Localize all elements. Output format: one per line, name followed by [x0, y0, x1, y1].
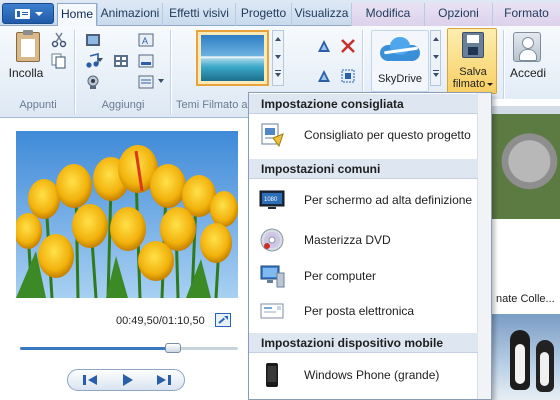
dvd-icon: [260, 228, 284, 252]
add-caption-icon[interactable]: [138, 53, 154, 69]
seek-bar[interactable]: [20, 343, 238, 353]
skydrive-icon: [380, 37, 420, 61]
app-menu-icon: [15, 9, 30, 19]
computer-icon: [260, 265, 285, 288]
automovie-theme-thumbnail[interactable]: [196, 30, 269, 86]
rotate-right-icon[interactable]: [316, 68, 332, 84]
delete-icon[interactable]: [340, 38, 356, 54]
menu-section-header: Impostazioni dispositivo mobile: [249, 333, 478, 353]
svg-text:1080: 1080: [264, 197, 278, 203]
paste-icon[interactable]: [16, 30, 40, 62]
playback-time: 00:49,50/01:10,50: [116, 315, 205, 327]
tab-progetto[interactable]: Progetto: [235, 3, 291, 26]
chevron-down-icon[interactable]: [96, 56, 104, 64]
group-separator: [74, 30, 75, 114]
hd-display-icon: 1080: [259, 190, 285, 209]
menu-item-recommended[interactable]: Consigliato per questo progetto: [249, 117, 478, 153]
gallery-more-icon[interactable]: [275, 70, 281, 77]
svg-text:A: A: [142, 36, 148, 46]
tab-modifica[interactable]: Modifica: [351, 3, 424, 26]
fullscreen-preview-icon[interactable]: [215, 313, 231, 327]
copy-icon[interactable]: [51, 53, 67, 69]
theme-gallery-scroller[interactable]: [272, 30, 284, 86]
group-label-clipboard: Appunti: [19, 99, 57, 111]
storyboard-strip: nate Colle...: [492, 99, 560, 400]
chevron-down-icon[interactable]: [157, 77, 165, 85]
tab-opzioni[interactable]: Opzioni: [424, 3, 492, 26]
add-credits-icon[interactable]: [138, 74, 154, 90]
tab-home[interactable]: Home: [57, 3, 97, 27]
chevron-down-icon: [487, 82, 494, 86]
scroll-up-icon[interactable]: [433, 37, 439, 41]
group-label-add: Aggiungi: [101, 99, 145, 111]
menu-item-label: Masterizza DVD: [304, 233, 391, 247]
add-video-icon[interactable]: [85, 32, 101, 48]
cut-icon[interactable]: [51, 32, 67, 48]
application-menu-button[interactable]: [2, 3, 54, 24]
user-account-icon[interactable]: [513, 32, 541, 62]
save-movie-label: Salva filmato: [448, 66, 498, 90]
ribbon-tab-bar: Home Animazioni Effetti visivi Progetto …: [0, 0, 560, 27]
clip-thumbnail-koala[interactable]: [492, 114, 560, 219]
select-all-icon[interactable]: [340, 68, 356, 84]
tab-animazioni[interactable]: Animazioni: [97, 3, 162, 26]
snapshot-icon[interactable]: [113, 53, 129, 69]
menu-item-label: Per computer: [304, 269, 377, 283]
tab-formato[interactable]: Formato: [492, 3, 560, 26]
scroll-down-icon[interactable]: [433, 55, 439, 59]
play-button[interactable]: [109, 372, 145, 388]
menu-item-label: Per schermo ad alta definizione: [304, 193, 473, 207]
next-frame-button[interactable]: [146, 372, 182, 388]
skydrive-label: SkyDrive: [377, 73, 422, 85]
clip-thumbnail-penguins[interactable]: [492, 314, 560, 400]
previous-frame-icon: [83, 375, 97, 385]
menu-section-header: Impostazioni comuni: [249, 159, 478, 179]
group-separator: [170, 30, 171, 114]
skydrive-button[interactable]: SkyDrive: [371, 30, 429, 92]
menu-item-computer[interactable]: Per computer: [249, 258, 478, 294]
clip-caption[interactable]: nate Colle...: [496, 293, 555, 305]
clip-header: [492, 106, 560, 114]
rotate-left-icon[interactable]: [316, 38, 332, 54]
email-icon: [260, 303, 284, 319]
next-frame-icon: [157, 375, 171, 385]
chevron-down-icon: [35, 12, 43, 16]
menu-item-label: Per posta elettronica: [304, 304, 415, 318]
menu-item-label: Windows Phone (grande): [304, 368, 440, 382]
menu-item-windows-phone[interactable]: Windows Phone (grande): [249, 357, 478, 393]
play-icon: [123, 374, 133, 386]
save-movie-icon: [462, 32, 484, 58]
preview-pane: 00:49,50/01:10,50: [0, 119, 248, 400]
recommended-settings-icon: [261, 123, 284, 148]
menu-item-label: Consigliato per questo progetto: [304, 128, 471, 142]
windows-phone-icon: [266, 363, 278, 387]
paste-button-label[interactable]: Incolla: [8, 67, 44, 80]
seek-thumb[interactable]: [164, 343, 181, 353]
menu-section-header: Impostazione consigliata: [249, 94, 478, 114]
scroll-up-icon[interactable]: [275, 37, 281, 41]
menu-item-hd-display[interactable]: 1080 Per schermo ad alta definizione: [249, 182, 478, 218]
gallery-more-icon[interactable]: [433, 70, 439, 77]
scroll-down-icon[interactable]: [275, 55, 281, 59]
share-gallery-scroller[interactable]: [430, 30, 441, 86]
video-preview: [16, 131, 238, 298]
save-movie-button[interactable]: Salva filmato: [447, 28, 497, 94]
sign-in-button-label[interactable]: Accedi: [506, 67, 550, 80]
group-label-themes: Temi Filmato a: [176, 99, 248, 111]
theme-preview-image: [201, 35, 264, 81]
webcam-icon[interactable]: [85, 74, 101, 90]
menu-scrollbar[interactable]: [477, 93, 491, 399]
seek-bar-fill: [20, 347, 173, 350]
tab-visualizza[interactable]: Visualizza: [291, 3, 351, 26]
tab-effetti-visivi[interactable]: Effetti visivi: [162, 3, 235, 26]
menu-item-burn-dvd[interactable]: Masterizza DVD: [249, 222, 478, 258]
add-title-icon[interactable]: A: [138, 32, 154, 48]
playback-controls: [67, 369, 185, 391]
save-movie-dropdown: Impostazione consigliata Consigliato per…: [248, 92, 492, 400]
menu-item-email[interactable]: Per posta elettronica: [249, 293, 478, 329]
previous-frame-button[interactable]: [72, 372, 108, 388]
